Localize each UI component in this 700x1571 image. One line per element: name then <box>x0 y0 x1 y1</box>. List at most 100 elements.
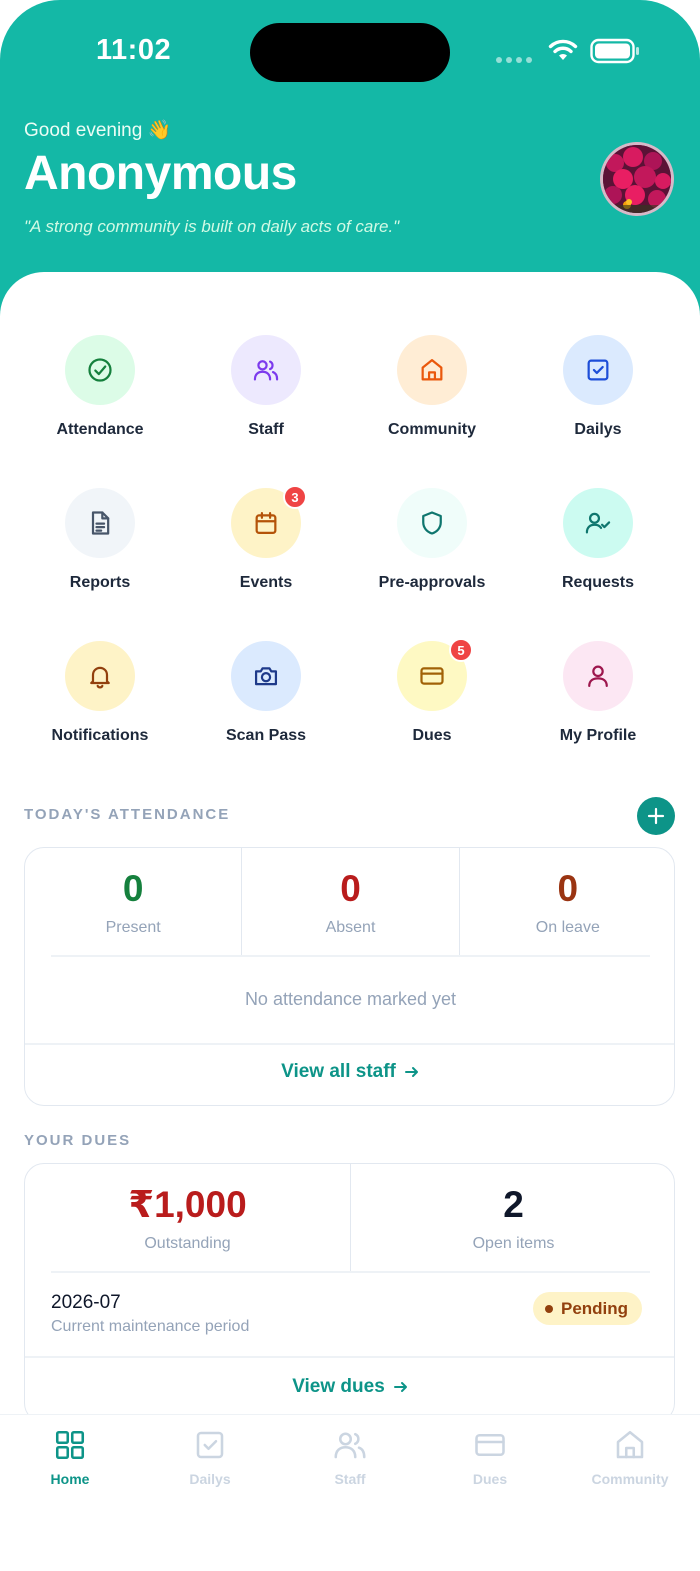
quick-action-icon-circle <box>65 335 135 405</box>
view-all-staff-label: View all staff <box>281 1061 396 1082</box>
grid-icon <box>52 1427 88 1463</box>
tab-home[interactable]: Home <box>0 1427 140 1487</box>
quick-action-scan-pass[interactable]: Scan Pass <box>183 641 349 761</box>
present-stat: 0 Present <box>25 848 241 955</box>
check-circle-icon <box>86 356 114 384</box>
app-screen: 11:02 Good evening 👋 Anonymous "A strong… <box>0 0 700 1571</box>
view-all-staff-link[interactable]: View all staff <box>25 1061 674 1083</box>
tab-staff[interactable]: Staff <box>280 1427 420 1487</box>
leave-label: On leave <box>535 919 600 936</box>
divider <box>25 1356 674 1358</box>
quick-action-label: Dailys <box>574 421 622 438</box>
quick-action-icon-circle <box>231 335 301 405</box>
users-icon <box>332 1427 368 1463</box>
quick-action-events[interactable]: 3 Events <box>183 485 349 608</box>
absent-count: 0 <box>340 868 361 909</box>
user-name: Anonymous <box>24 147 297 200</box>
signal-icon <box>496 45 532 63</box>
leave-stat: 0 On leave <box>458 848 674 955</box>
home-icon <box>612 1427 648 1463</box>
outstanding-label: Outstanding <box>144 1235 231 1252</box>
quick-action-label: Reports <box>69 574 131 591</box>
quick-action-icon-circle <box>563 335 633 405</box>
tab-label: Community <box>591 1471 669 1487</box>
notification-badge: 3 <box>283 485 307 509</box>
quick-action-icon-circle <box>397 335 467 405</box>
credit-card-icon <box>418 662 446 690</box>
quick-action-community[interactable]: Community <box>349 335 515 455</box>
bell-icon <box>86 662 114 690</box>
tab-label: Dailys <box>189 1471 231 1487</box>
quick-action-staff[interactable]: Staff <box>183 335 349 455</box>
tab-label: Dues <box>472 1471 508 1487</box>
quick-action-icon-circle <box>563 641 633 711</box>
outstanding-stat: ₹1,000 Outstanding <box>25 1164 350 1271</box>
quick-action-label: Notifications <box>51 727 149 744</box>
attendance-card: 0 Present 0 Absent 0 On leave No attenda… <box>24 847 675 1106</box>
present-count: 0 <box>122 868 144 909</box>
status-dot-icon <box>545 1304 553 1313</box>
dues-card: ₹1,000 Outstanding 2 Open items 2026-07 … <box>24 1163 675 1423</box>
quick-action-icon-circle <box>65 488 135 558</box>
view-dues-label: View dues <box>292 1376 385 1397</box>
attendance-empty-text: No attendance marked yet <box>244 989 457 1009</box>
arrow-right-icon <box>393 1382 407 1392</box>
status-badge-label: Pending <box>561 1298 629 1318</box>
quick-action-pre-approvals[interactable]: Pre-approvals <box>349 488 515 608</box>
tab-label: Staff <box>334 1471 366 1487</box>
quick-action-label: Requests <box>561 574 635 591</box>
check-square-icon <box>584 356 612 384</box>
user-check-icon <box>584 509 612 537</box>
greeting-text: Good evening 👋 <box>24 120 172 141</box>
home-icon <box>418 356 446 384</box>
status-badge: Pending <box>533 1292 643 1325</box>
quick-action-icon-circle <box>397 488 467 558</box>
maintenance-period: 2026-07 <box>51 1292 121 1313</box>
add-attendance-button[interactable] <box>637 797 675 835</box>
quick-action-label: Scan Pass <box>225 727 307 744</box>
notification-badge: 5 <box>449 638 473 662</box>
dues-section-title: YOUR DUES <box>24 1132 132 1149</box>
wifi-icon <box>548 39 578 68</box>
view-dues-link[interactable]: View dues <box>25 1376 674 1398</box>
maintenance-period-label: Current maintenance period <box>51 1318 250 1335</box>
quick-action-notifications[interactable]: Notifications <box>17 641 183 761</box>
open-items-label: Open items <box>472 1235 555 1252</box>
quick-action-requests[interactable]: Requests <box>515 488 681 608</box>
battery-icon <box>590 38 640 69</box>
present-label: Present <box>105 919 161 936</box>
quick-action-icon-circle: 5 <box>397 638 473 711</box>
quick-action-reports[interactable]: Reports <box>17 488 183 608</box>
attendance-section-title: TODAY'S ATTENDANCE <box>24 806 231 823</box>
leave-count: 0 <box>557 868 579 909</box>
divider <box>51 955 650 957</box>
open-items-stat: 2 Open items <box>350 1164 674 1271</box>
quick-action-icon-circle: 3 <box>231 485 307 558</box>
absent-stat: 0 Absent <box>241 848 458 955</box>
quick-action-label: Community <box>388 421 476 438</box>
check-square-icon <box>192 1427 228 1463</box>
quick-action-label: Events <box>239 574 293 591</box>
quick-action-dues[interactable]: 5 Dues <box>349 638 515 761</box>
tab-community[interactable]: Community <box>560 1427 700 1487</box>
shield-icon <box>418 509 446 537</box>
plus-icon <box>647 807 665 825</box>
avatar[interactable] <box>600 142 674 216</box>
quick-action-attendance[interactable]: Attendance <box>17 335 183 455</box>
camera-icon <box>252 662 280 690</box>
tab-dailys[interactable]: Dailys <box>140 1427 280 1487</box>
quick-action-dailys[interactable]: Dailys <box>515 335 681 455</box>
absent-label: Absent <box>325 919 376 936</box>
status-time: 11:02 <box>96 34 172 66</box>
tab-label: Home <box>50 1471 90 1487</box>
status-icons <box>496 38 640 69</box>
quick-action-icon-circle <box>231 641 301 711</box>
credit-card-icon <box>472 1427 508 1463</box>
bottom-tab-bar: Home Dailys Staff Dues Community <box>0 1414 700 1571</box>
quick-action-label: Staff <box>248 421 284 438</box>
open-items-count: 2 <box>503 1184 524 1225</box>
quick-action-my-profile[interactable]: My Profile <box>515 641 681 761</box>
tab-dues[interactable]: Dues <box>420 1427 560 1487</box>
dynamic-island <box>250 23 450 82</box>
file-text-icon <box>86 509 114 537</box>
